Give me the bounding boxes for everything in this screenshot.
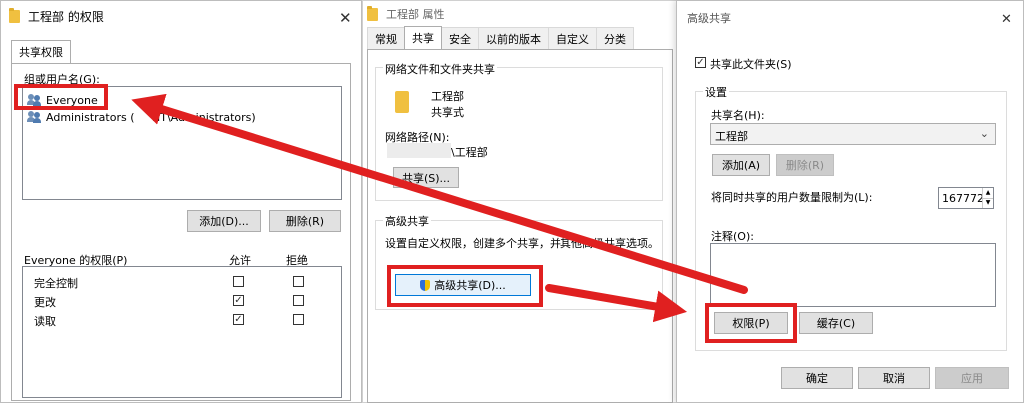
folder-name: 工程部 bbox=[431, 90, 464, 103]
share-state: 共享式 bbox=[431, 106, 464, 119]
properties-titlebar: 工程部 属性 bbox=[363, 1, 677, 27]
deny-change-checkbox[interactable] bbox=[293, 295, 304, 306]
permission-name: 完全控制 bbox=[34, 277, 78, 290]
share-name-value: 工程部 bbox=[715, 130, 748, 143]
table-row: 读取 ✓ bbox=[23, 311, 341, 329]
users-listbox[interactable]: Everyone Administrators ( NT\Administrat… bbox=[22, 86, 342, 200]
user-group-icon bbox=[27, 111, 42, 123]
advanced-title: 高级共享 bbox=[687, 12, 731, 25]
advanced-desc-part1: 设置自定义权限，创建多个共享，并 bbox=[385, 237, 561, 250]
advanced-titlebar: 高级共享 bbox=[677, 1, 1023, 35]
tab-classification[interactable]: 分类 bbox=[596, 27, 634, 49]
add-user-button[interactable]: 添加(D)... bbox=[187, 210, 261, 232]
tab-customize[interactable]: 自定义 bbox=[548, 27, 597, 49]
permissions-list: 完全控制 更改 ✓ 读取 ✓ bbox=[22, 266, 342, 398]
share-button[interactable]: 共享(S)... bbox=[393, 167, 459, 188]
advanced-desc-part2: 其他高级共享选项。 bbox=[560, 237, 659, 250]
remove-share-button: 删除(R) bbox=[776, 154, 834, 176]
permission-name: 更改 bbox=[34, 296, 56, 309]
user-limit-label: 将同时共享的用户数量限制为(L): bbox=[711, 191, 873, 204]
share-name-select[interactable]: 工程部 ⌄ bbox=[710, 123, 996, 145]
settings-label: 设置 bbox=[703, 84, 729, 100]
deny-full-control-checkbox[interactable] bbox=[293, 276, 304, 287]
user-limit-value: 167772 bbox=[942, 192, 984, 205]
cancel-button[interactable]: 取消 bbox=[858, 367, 930, 389]
permissions-titlebar: 工程部 的权限 bbox=[1, 1, 361, 31]
tab-previous-versions[interactable]: 以前的版本 bbox=[478, 27, 549, 49]
remove-user-button[interactable]: 删除(R) bbox=[269, 210, 341, 232]
folder-icon bbox=[367, 5, 378, 21]
list-item[interactable]: Administrators ( NT\Administrators) bbox=[27, 109, 328, 125]
properties-title: 工程部 属性 bbox=[386, 8, 445, 21]
tab-general[interactable]: 常规 bbox=[367, 27, 405, 49]
advanced-sharing-label: 高级共享 bbox=[383, 213, 431, 229]
close-icon[interactable]: ✕ bbox=[339, 11, 352, 26]
comment-label: 注释(O): bbox=[711, 230, 754, 243]
user-everyone: Everyone bbox=[46, 94, 98, 107]
folder-icon bbox=[9, 7, 20, 23]
spin-down-icon[interactable]: ▼ bbox=[982, 198, 993, 208]
group-users-label: 组或用户名(G): bbox=[24, 73, 100, 86]
redacted-path-block bbox=[387, 143, 451, 158]
tab-security[interactable]: 安全 bbox=[441, 27, 479, 49]
table-row: 更改 ✓ bbox=[23, 292, 341, 310]
list-item[interactable]: Everyone bbox=[27, 92, 118, 108]
user-administrators-suffix: NT\Administrators) bbox=[152, 111, 256, 124]
user-limit-stepper[interactable]: 167772 ▲ ▼ bbox=[938, 187, 994, 209]
advanced-sharing-button-label: 高级共享(D)... bbox=[434, 279, 506, 292]
permission-name: 读取 bbox=[34, 315, 56, 328]
allow-full-control-checkbox[interactable] bbox=[233, 276, 244, 287]
permissions-button[interactable]: 权限(P) bbox=[714, 312, 788, 334]
apply-button: 应用 bbox=[935, 367, 1009, 389]
user-administrators: Administrators ( bbox=[46, 111, 135, 124]
comment-textarea[interactable] bbox=[710, 243, 996, 307]
tab-share-permissions[interactable]: 共享权限 bbox=[11, 40, 71, 63]
ok-button[interactable]: 确定 bbox=[781, 367, 853, 389]
add-share-button[interactable]: 添加(A) bbox=[712, 154, 770, 176]
chevron-down-icon: ⌄ bbox=[979, 127, 989, 140]
properties-tabs: 常规 共享 安全 以前的版本 自定义 分类 bbox=[367, 26, 634, 49]
share-folder-label: 共享此文件夹(S) bbox=[710, 58, 792, 71]
close-icon[interactable]: ✕ bbox=[1001, 13, 1012, 26]
tab-sharing[interactable]: 共享 bbox=[404, 26, 442, 49]
folder-icon bbox=[395, 91, 409, 113]
share-name-label: 共享名(H): bbox=[711, 109, 765, 122]
permissions-title: 工程部 的权限 bbox=[28, 9, 104, 24]
share-folder-checkbox[interactable]: ✓ bbox=[695, 57, 706, 68]
table-row: 完全控制 bbox=[23, 273, 341, 291]
properties-dialog: 工程部 属性 常规 共享 安全 以前的版本 自定义 分类 网络文件和文件夹共享 … bbox=[362, 0, 678, 403]
advanced-sharing-button[interactable]: 高级共享(D)... bbox=[395, 274, 531, 296]
permissions-tabs: 共享权限 bbox=[11, 40, 71, 63]
advanced-sharing-dialog: 高级共享 ✕ ✓ 共享此文件夹(S) 设置 共享名(H): 工程部 ⌄ 添加(A… bbox=[676, 0, 1024, 403]
network-sharing-label: 网络文件和文件夹共享 bbox=[383, 61, 497, 77]
shield-icon bbox=[420, 279, 431, 291]
permissions-dialog: 工程部 的权限 ✕ 共享权限 组或用户名(G): Everyone Admini… bbox=[0, 0, 362, 403]
network-path-value: \工程部 bbox=[451, 146, 488, 159]
advanced-sharing-group bbox=[375, 220, 663, 310]
deny-read-checkbox[interactable] bbox=[293, 314, 304, 325]
cache-button[interactable]: 缓存(C) bbox=[799, 312, 873, 334]
user-group-icon bbox=[27, 94, 42, 106]
allow-read-checkbox[interactable]: ✓ bbox=[233, 314, 244, 325]
allow-change-checkbox[interactable]: ✓ bbox=[233, 295, 244, 306]
